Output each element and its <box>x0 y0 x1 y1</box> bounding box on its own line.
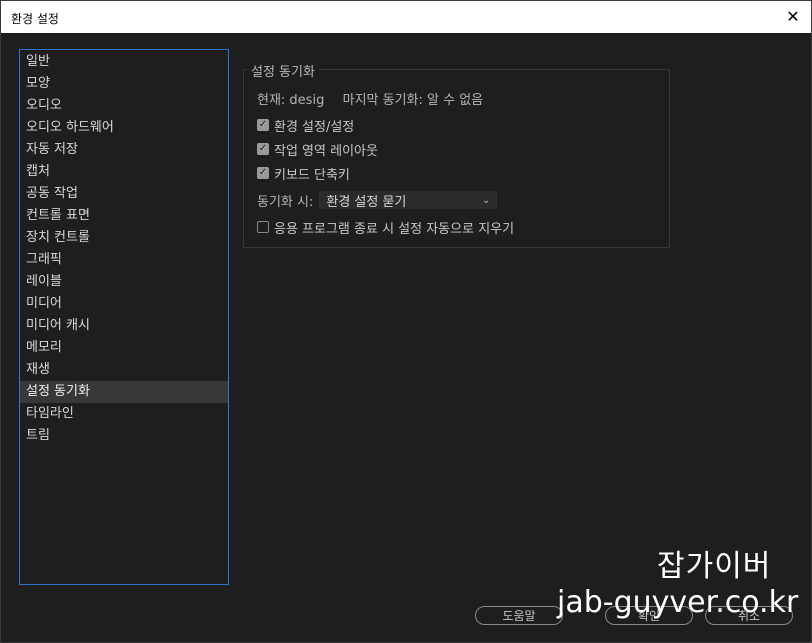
last-sync-label: 마지막 동기화: 알 수 없음 <box>342 93 484 108</box>
sidebar-item-sync-settings[interactable]: 설정 동기화 <box>20 381 228 403</box>
group-title: 설정 동기화 <box>247 61 319 80</box>
auto-clear-checkbox-row[interactable]: 응용 프로그램 종료 시 설정 자동으로 지우기 <box>257 218 515 237</box>
sidebar-item-capture[interactable]: 캡처 <box>20 161 228 183</box>
checkbox-checked-icon[interactable]: ✓ <box>257 167 269 179</box>
sidebar-item-general[interactable]: 일반 <box>20 51 228 73</box>
category-list: 일반 모양 오디오 오디오 하드웨어 자동 저장 캡처 공동 작업 컨트롤 표면… <box>19 49 229 585</box>
sidebar-item-labels[interactable]: 레이블 <box>20 271 228 293</box>
window-title: 환경 설정 <box>11 12 59 26</box>
sync-when-value: 환경 설정 묻기 <box>326 194 407 210</box>
sidebar-item-media[interactable]: 미디어 <box>20 293 228 315</box>
sidebar-item-collaboration[interactable]: 공동 작업 <box>20 183 228 205</box>
sidebar-item-trim[interactable]: 트림 <box>20 425 228 447</box>
sync-preferences-label: 환경 설정/설정 <box>274 119 355 135</box>
sync-when-row: 동기화 시: 환경 설정 묻기 ⌄ <box>257 190 498 210</box>
sidebar-item-graphics[interactable]: 그래픽 <box>20 249 228 271</box>
checkbox-checked-icon[interactable]: ✓ <box>257 119 269 131</box>
sidebar-item-auto-save[interactable]: 자동 저장 <box>20 139 228 161</box>
sidebar-item-audio[interactable]: 오디오 <box>20 95 228 117</box>
preferences-dialog: 환경 설정 ✕ 일반 모양 오디오 오디오 하드웨어 자동 저장 캡처 공동 작… <box>0 0 812 643</box>
checkbox-unchecked-icon[interactable] <box>257 221 269 233</box>
sync-workspace-label: 작업 영역 레이아웃 <box>274 143 378 159</box>
watermark-name: 잡가이버 <box>657 549 772 584</box>
sync-shortcuts-label: 키보드 단축키 <box>274 167 350 183</box>
sync-shortcuts-checkbox-row[interactable]: ✓ 키보드 단축키 <box>257 164 350 183</box>
checkbox-checked-icon[interactable]: ✓ <box>257 143 269 155</box>
sidebar-item-timeline[interactable]: 타임라인 <box>20 403 228 425</box>
sidebar-item-appearance[interactable]: 모양 <box>20 73 228 95</box>
chevron-down-icon: ⌄ <box>481 194 491 206</box>
sidebar-item-media-cache[interactable]: 미디어 캐시 <box>20 315 228 337</box>
sync-when-label: 동기화 시: <box>257 194 314 210</box>
help-button[interactable]: 도움말 <box>475 606 563 625</box>
sync-status-line: 현재: desig 마지막 동기화: 알 수 없음 <box>257 89 483 108</box>
sidebar-item-control-surface[interactable]: 컨트롤 표면 <box>20 205 228 227</box>
sync-preferences-checkbox-row[interactable]: ✓ 환경 설정/설정 <box>257 116 355 135</box>
close-icon[interactable]: ✕ <box>783 6 803 26</box>
sidebar-item-playback[interactable]: 재생 <box>20 359 228 381</box>
sidebar-item-audio-hardware[interactable]: 오디오 하드웨어 <box>20 117 228 139</box>
title-bar: 환경 설정 ✕ <box>1 1 811 33</box>
sync-when-dropdown[interactable]: 환경 설정 묻기 ⌄ <box>319 191 498 210</box>
sidebar-item-device-control[interactable]: 장치 컨트롤 <box>20 227 228 249</box>
sidebar-item-memory[interactable]: 메모리 <box>20 337 228 359</box>
current-user-label: 현재: desig <box>257 93 325 108</box>
watermark-url: jab-guyver.co.kr <box>557 585 799 620</box>
auto-clear-label: 응용 프로그램 종료 시 설정 자동으로 지우기 <box>274 221 515 237</box>
sync-workspace-checkbox-row[interactable]: ✓ 작업 영역 레이아웃 <box>257 140 378 159</box>
